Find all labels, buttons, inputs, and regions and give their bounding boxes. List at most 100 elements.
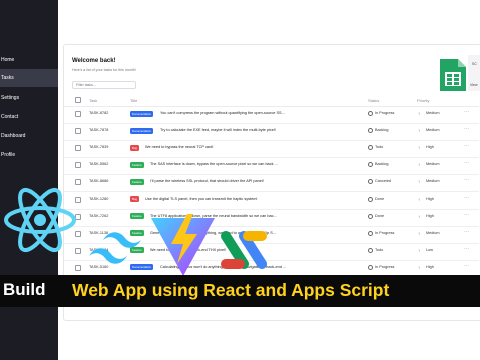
react-icon [2,187,78,258]
task-priority: Low [426,247,433,252]
task-label-badge: Feature [130,161,144,168]
task-id: TASK-8686 [89,179,109,184]
table-row[interactable]: TASK-7839 Bug We need to bypass the neural… [64,140,479,159]
task-status: Backlog [375,162,389,167]
row-actions-icon[interactable]: ⋯ [464,109,469,115]
task-title: We need to bypass the neural TCP card! [145,145,214,150]
priority-arrow-icon: ↑ [418,196,420,202]
banner-title-text: Web App using React and Apps Script [72,280,390,300]
select-all-checkbox[interactable] [75,97,81,103]
banner-build-text: Build [3,280,46,299]
row-checkbox[interactable] [75,179,81,186]
task-priority: High [426,196,434,201]
row-checkbox[interactable] [75,111,81,117]
row-checkbox[interactable] [75,145,81,152]
sidebar-item-settings[interactable]: Settings [0,89,58,107]
table-row[interactable]: TASK-7262 Feature The UTF8 application is … [64,209,479,227]
tailwind-icon [87,228,153,273]
task-id: TASK-8782 [89,111,109,115]
table-row[interactable]: TASK-5562 Feature The SAS interface is dow… [64,157,479,176]
row-actions-icon[interactable]: ⋯ [464,195,469,201]
task-priority: Medium [426,111,440,115]
task-status: Todo [375,145,384,150]
task-title: I'll parse the wireless SSL protocol, th… [150,179,264,184]
priority-arrow-icon: ↑ [418,179,420,185]
status-circle-icon [368,213,373,219]
task-id: TASK-1280 [89,196,109,201]
priority-arrow-icon: ↑ [418,230,420,236]
column-header-task[interactable]: Task [89,98,97,103]
apps-script-icon [218,228,270,279]
task-status: Done [375,196,385,201]
vite-icon [149,212,217,283]
status-circle-icon [368,162,373,168]
task-status: In Progress [375,264,395,269]
task-title: Try to calculate the EXE feed, maybe it … [160,128,276,133]
column-header-title[interactable]: Title [130,98,137,103]
status-circle-icon [368,179,373,185]
table-row[interactable]: TASK-8782 Documentation You can't compress… [64,106,479,124]
task-priority: Medium [426,179,440,184]
task-label-badge: Bug [130,196,139,202]
task-title: Use the digital TLS panel, then you can … [145,196,258,201]
page-subtitle: Here's a list of your tasks for this mon… [72,68,136,72]
table-row[interactable]: TASK-8686 Feature I'll parse the wireless … [64,174,479,193]
status-circle-icon [368,145,373,151]
row-checkbox[interactable] [75,264,81,271]
row-actions-icon[interactable]: ⋯ [464,246,469,252]
filter-input[interactable] [72,81,136,89]
row-checkbox[interactable] [75,128,81,135]
task-priority: High [426,145,434,150]
sidebar-item-contact[interactable]: Contact [0,108,58,126]
row-actions-icon[interactable]: ⋯ [464,126,469,132]
table-row[interactable]: TASK-1280 Bug Use the digital TLS panel, t… [64,192,479,210]
status-circle-icon [368,264,373,270]
sheets-side-top: SC [472,62,477,66]
sheets-side-view[interactable]: View [470,83,478,87]
task-status: Done [375,213,385,218]
task-status: Canceled [375,179,392,184]
google-sheets-icon [438,57,468,93]
task-priority: High [426,264,434,269]
task-label-badge: Bug [130,144,139,151]
task-id: TASK-5562 [89,162,109,167]
task-title: The SAS interface is down, bypass the op… [150,162,278,167]
status-circle-icon [368,128,373,134]
row-actions-icon[interactable]: ⋯ [464,263,469,269]
sidebar-item-profile[interactable]: Profile [0,146,58,164]
row-actions-icon[interactable]: ⋯ [464,143,469,149]
sheets-side-panel: SC View [468,55,480,91]
task-label-badge: Documentation [130,127,153,134]
task-id: TASK-7262 [89,213,109,218]
row-actions-icon[interactable]: ⋯ [464,160,469,166]
page-title: Welcome back! [72,58,116,64]
priority-arrow-icon: ↑ [418,213,420,219]
priority-arrow-icon: ↑ [418,128,420,134]
sidebar-item-home[interactable]: Home [0,51,58,69]
priority-arrow-icon: ↑ [418,264,420,270]
task-status: In Progress [375,230,395,235]
task-label-badge: Feature [130,178,144,185]
column-header-status[interactable]: Status [368,98,379,103]
task-priority: Medium [426,162,440,167]
row-checkbox[interactable] [75,162,81,169]
task-priority: Medium [426,230,440,235]
task-status: Todo [375,247,384,252]
task-label-badge: Documentation [130,110,153,117]
row-actions-icon[interactable]: ⋯ [464,229,469,235]
status-circle-icon [368,247,373,253]
task-status: In Progress [375,111,395,115]
priority-arrow-icon: ↑ [418,162,420,168]
sidebar-item-tasks[interactable]: Tasks [0,69,58,87]
status-circle-icon [368,230,373,236]
priority-arrow-icon: ↑ [418,247,420,253]
row-actions-icon[interactable]: ⋯ [464,177,469,183]
table-row[interactable]: TASK-7878 Documentation Try to calculate t… [64,123,479,142]
task-priority: High [426,213,434,218]
status-circle-icon [368,111,373,116]
priority-arrow-icon: ↑ [418,145,420,151]
row-actions-icon[interactable]: ⋯ [464,212,469,218]
status-circle-icon [368,196,373,202]
sidebar-item-dashboard[interactable]: Dashboard [0,127,58,145]
column-header-priority[interactable]: Priority [417,98,429,103]
